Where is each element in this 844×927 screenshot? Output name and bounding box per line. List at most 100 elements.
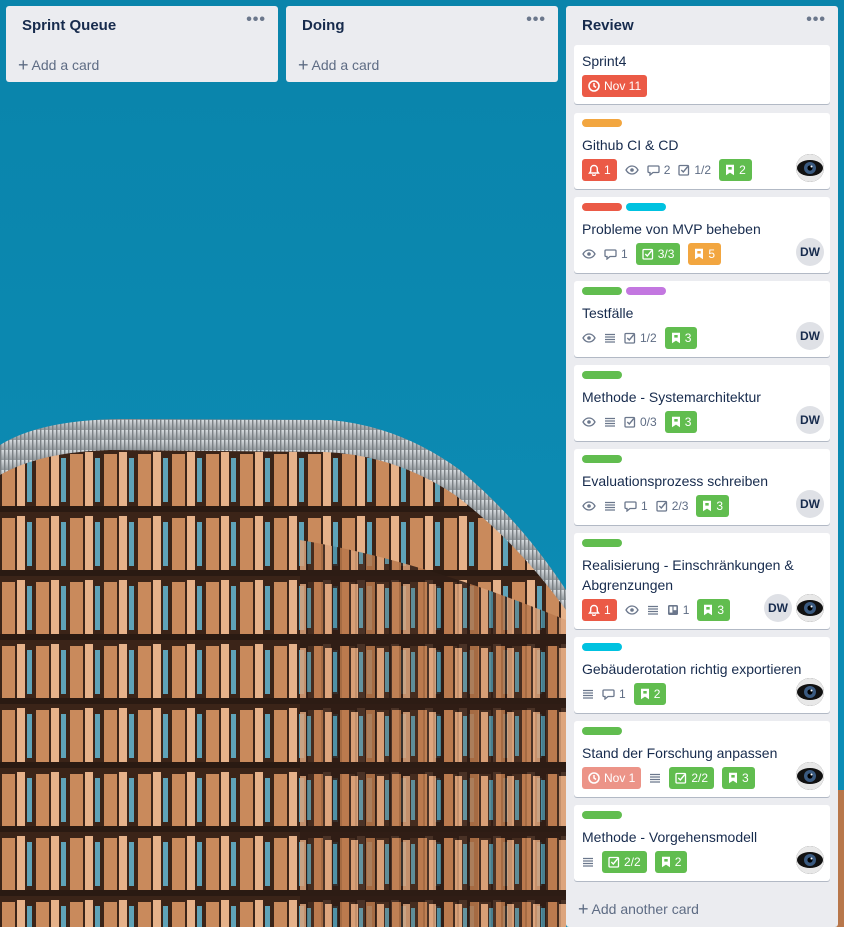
due-date-badge[interactable]: Nov 11	[582, 75, 648, 97]
member-avatar[interactable]: DW	[796, 238, 824, 266]
eye-avatar-image	[796, 846, 824, 874]
description-icon	[605, 501, 615, 511]
card-labels	[582, 119, 822, 127]
eye-avatar[interactable]	[796, 678, 824, 706]
label-green[interactable]	[582, 811, 622, 819]
card-realisierung[interactable]: Realisierung - Einschränkungen & Abgrenz…	[574, 533, 830, 629]
description-icon	[650, 773, 661, 783]
trello-count: 1	[682, 603, 690, 617]
eye-icon	[624, 165, 639, 175]
label-green[interactable]	[582, 371, 622, 379]
member-avatar[interactable]: DW	[764, 594, 792, 622]
member-avatar[interactable]: DW	[796, 406, 824, 434]
card-title: Realisierung - Einschränkungen & Abgrenz…	[582, 557, 794, 593]
card-sprint4[interactable]: Sprint4 Nov 11	[574, 45, 830, 104]
watching-badge	[624, 159, 639, 181]
attachment-badge: 3	[722, 767, 755, 789]
label-green[interactable]	[582, 287, 622, 295]
list-sprint-queue: Sprint Queue ••• + Add a card	[6, 6, 278, 82]
bookmark-icon	[703, 500, 712, 512]
list-review: Review ••• Sprint4 Nov 11 Github CI & CD…	[566, 6, 838, 927]
add-another-card-button[interactable]: + Add another card	[578, 898, 699, 919]
attachment-badge: 3	[697, 599, 731, 621]
add-card-label: Add a card	[31, 57, 100, 73]
attachment-badge: 3	[664, 327, 698, 349]
comment-icon	[624, 501, 637, 512]
card-testfaelle[interactable]: Testfälle 1/2 3 DW	[574, 281, 830, 357]
description-icon	[605, 333, 615, 343]
attachment-badge: 2	[654, 851, 688, 873]
label-green[interactable]	[582, 539, 622, 547]
description-icon	[647, 605, 658, 615]
card-title: Stand der Forschung anpassen	[582, 745, 778, 761]
add-card-label: Add a card	[311, 57, 380, 73]
add-card-button[interactable]: + Add a card	[18, 54, 99, 75]
card-methode-vorgehensmodell[interactable]: Methode - Vorgehensmodell 2/2 2	[574, 805, 830, 881]
label-red[interactable]	[582, 203, 622, 211]
checkbox-icon	[642, 248, 653, 260]
eye-avatar[interactable]	[796, 154, 824, 182]
list-title[interactable]: Sprint Queue	[22, 17, 116, 34]
description-badge	[604, 495, 616, 517]
add-card-button[interactable]: + Add a card	[298, 54, 379, 75]
card-members: DW	[764, 594, 824, 622]
label-cyan[interactable]	[582, 643, 622, 651]
list-title[interactable]: Doing	[302, 17, 345, 34]
card-title: Evaluationsprozess schreiben	[582, 473, 768, 489]
checklist-badge: 1/2	[624, 327, 657, 349]
eye-icon	[624, 605, 639, 615]
description-badge	[647, 599, 659, 621]
label-green[interactable]	[582, 727, 622, 735]
eye-icon	[582, 501, 596, 511]
card-labels	[582, 455, 822, 463]
attachment-count: 3	[684, 415, 692, 429]
card-methode-systemarchitektur[interactable]: Methode - Systemarchitektur 0/3 3 DW	[574, 365, 830, 441]
plus-icon: +	[18, 55, 29, 75]
watching-badge	[582, 411, 596, 433]
checklist-count: 2/2	[624, 855, 641, 869]
card-gebaeuderotation[interactable]: Gebäuderotation richtig exportieren 1 2	[574, 637, 830, 713]
label-cyan[interactable]	[626, 203, 666, 211]
attachment-badge: 3	[664, 411, 698, 433]
checklist-badge: 2/2	[602, 851, 647, 873]
member-avatar[interactable]: DW	[796, 490, 824, 518]
list-menu-button[interactable]: •••	[526, 12, 546, 28]
card-github-ci-cd[interactable]: Github CI & CD 1 2 1/2 2	[574, 113, 830, 189]
card-title: Sprint4	[582, 53, 627, 69]
list-menu-button[interactable]: •••	[246, 12, 266, 28]
card-labels	[582, 727, 822, 735]
attachment-count: 3	[717, 603, 725, 617]
list-menu-button[interactable]: •••	[806, 12, 826, 28]
card-members	[796, 154, 824, 182]
notification-count: 1	[604, 603, 611, 617]
card-stand-der-forschung[interactable]: Stand der Forschung anpassen Nov 1 2/2 3	[574, 721, 830, 797]
card-evaluationsprozess[interactable]: Evaluationsprozess schreiben 1 2/3 3 DW	[574, 449, 830, 525]
card-labels	[582, 539, 822, 547]
member-avatar[interactable]: DW	[796, 322, 824, 350]
checkbox-icon	[678, 164, 690, 176]
due-date-badge[interactable]: Nov 1	[582, 767, 642, 789]
bookmark-icon	[704, 604, 713, 616]
label-purple[interactable]	[626, 287, 666, 295]
list-title[interactable]: Review	[582, 17, 634, 34]
card-badges: 2/2 2	[582, 846, 824, 874]
notification-badge[interactable]: 1	[582, 599, 617, 621]
card-badges: Nov 11	[582, 74, 822, 98]
checklist-count: 2/2	[691, 771, 709, 785]
checklist-count: 1/2	[694, 163, 712, 177]
bookmark-icon	[671, 332, 680, 344]
eye-avatar[interactable]	[796, 846, 824, 874]
attachment-count: 2	[653, 687, 661, 701]
comments-badge: 1	[602, 683, 626, 705]
card-probleme-mvp[interactable]: Probleme von MVP beheben 1 3/3 5 DW	[574, 197, 830, 273]
eye-avatar[interactable]	[796, 594, 824, 622]
label-orange[interactable]	[582, 119, 622, 127]
comment-icon	[647, 165, 660, 176]
label-green[interactable]	[582, 455, 622, 463]
attachment-count: 3	[716, 499, 724, 513]
eye-avatar[interactable]	[796, 762, 824, 790]
bell-icon	[588, 604, 600, 616]
list-header: Doing •••	[286, 6, 558, 46]
notification-badge[interactable]: 1	[582, 159, 617, 181]
comments-badge: 2	[647, 159, 670, 181]
